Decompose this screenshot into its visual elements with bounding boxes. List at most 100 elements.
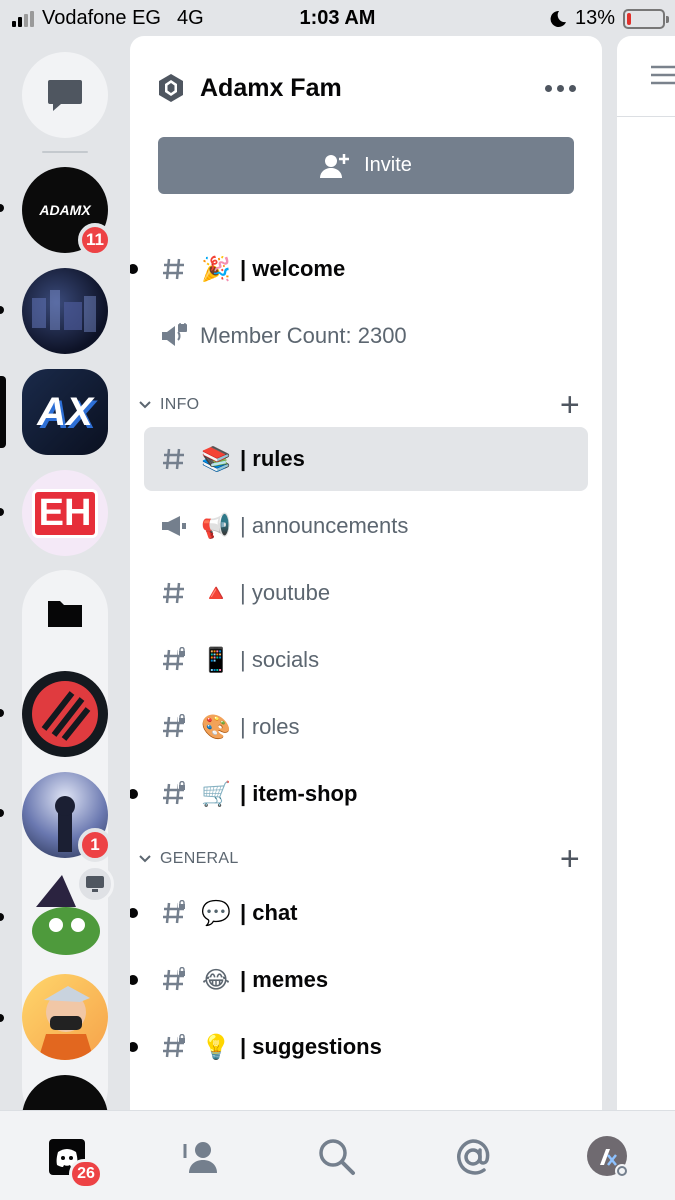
channel-item[interactable]: 🛒 | item-shop [130, 762, 588, 826]
server-rail: ADAMX 11 AX EH 1 [0, 36, 130, 1110]
channel-type [160, 445, 188, 473]
category-name: INFO [160, 396, 200, 413]
unread-indicator [0, 709, 4, 717]
server-settings-icon [159, 74, 183, 102]
server-icon-eh[interactable]: EH [22, 470, 108, 556]
locked-text-channel-icon [163, 781, 186, 805]
locked-text-channel-icon [163, 714, 186, 738]
channel-emoji: 🛒 [201, 780, 231, 808]
channel-name: | chat [240, 900, 298, 925]
server-name: Adamx Fam [200, 73, 342, 102]
chevron-down-icon [139, 855, 151, 863]
rail-separator [42, 151, 88, 153]
battery-percent: 13% [574, 7, 615, 29]
direct-messages-button[interactable] [22, 52, 108, 138]
channel-emoji: 📚 [201, 445, 231, 473]
channel-item[interactable]: 🎨 | roles [144, 695, 588, 759]
category-header[interactable]: INFO + [138, 388, 580, 422]
chat-bubble-icon [48, 80, 82, 111]
unread-dot [130, 1042, 138, 1052]
server-icon-masked[interactable] [22, 974, 108, 1060]
server-avatar: AX [22, 369, 108, 455]
unread-indicator [0, 508, 4, 516]
monitor-icon [86, 876, 104, 892]
category-header[interactable]: GENERAL + [138, 842, 580, 876]
channel-item[interactable]: 💬 | chat [130, 881, 588, 945]
announcement-icon [162, 516, 186, 536]
text-channel-icon [163, 258, 184, 280]
server-header[interactable]: Adamx Fam [156, 70, 576, 106]
unread-dot [130, 264, 138, 274]
unread-indicator [0, 809, 4, 817]
unread-dot [130, 789, 138, 799]
unread-indicator [0, 306, 4, 314]
folder-icon[interactable] [22, 570, 108, 656]
channel-type [160, 780, 188, 808]
channel-name: | welcome [240, 256, 346, 281]
add-channel-icon[interactable]: + [560, 388, 580, 422]
channel-name: | suggestions [240, 1034, 382, 1059]
server-icon-city[interactable] [22, 268, 108, 354]
status-bar: Vodafone EG 4G 1:03 AM 13% [0, 0, 675, 36]
search-tab[interactable] [315, 1135, 359, 1179]
locked-text-channel-icon [163, 647, 186, 671]
channel-item[interactable]: 💡 | suggestions [130, 1015, 588, 1079]
channel-item[interactable]: 🎉 | welcome [130, 237, 588, 301]
channel-name: | youtube [240, 580, 331, 605]
unread-dot [130, 975, 138, 985]
channel-type [160, 646, 188, 674]
channel-emoji: 🔺 [201, 579, 231, 607]
channel-type [160, 713, 188, 741]
channel-name: | roles [240, 714, 300, 739]
at-sign-icon [457, 1139, 490, 1175]
home-tab[interactable]: 26 [45, 1135, 103, 1189]
status-right: 13% [549, 7, 669, 30]
add-channel-icon[interactable]: + [560, 842, 580, 876]
chevron-down-icon [139, 401, 151, 409]
channel-item[interactable]: Member Count: 2300 [144, 304, 588, 368]
channel-item[interactable]: 📚 | rules [144, 427, 588, 491]
moon-icon [550, 10, 566, 27]
channel-emoji: 🎉 [201, 255, 231, 283]
channel-emoji: 💡 [201, 1033, 231, 1061]
more-options-icon[interactable] [545, 84, 576, 92]
unread-indicator [0, 1014, 4, 1022]
channel-type [160, 579, 188, 607]
city-image-icon [32, 290, 96, 332]
server-icon-pepe[interactable] [22, 865, 114, 959]
channel-type [160, 966, 188, 994]
invite-button[interactable]: Invite [158, 137, 574, 194]
profile-tab[interactable] [586, 1135, 630, 1179]
search-icon [319, 1139, 355, 1175]
bottom-tab-bar: 26 [0, 1110, 675, 1200]
mention-badge: 11 [78, 223, 112, 257]
server-icon-adamx[interactable]: ADAMX 11 [22, 167, 112, 257]
channel-name: | announcements [240, 513, 409, 538]
channel-item[interactable]: 😂 | memes [130, 948, 588, 1012]
friends-icon [183, 1142, 217, 1173]
channel-item[interactable]: 📱 | socials [144, 628, 588, 692]
menu-lines-icon[interactable] [651, 64, 675, 86]
screen-share-badge [76, 865, 114, 903]
mention-badge: 1 [78, 828, 112, 862]
friends-tab[interactable] [181, 1135, 225, 1179]
server-avatar-text: EH [31, 488, 99, 538]
channel-emoji: 📢 [201, 512, 231, 540]
members-panel-edge [617, 36, 675, 1110]
channel-name: | memes [240, 967, 329, 992]
server-icon-ax-fam[interactable]: AX [22, 369, 108, 455]
channel-name: | item-shop [240, 781, 358, 806]
channel-item[interactable]: 🔺 | youtube [144, 561, 588, 625]
server-avatar-text: ADAMX [39, 202, 91, 218]
unread-indicator [0, 913, 4, 921]
locked-text-channel-icon [163, 967, 186, 991]
mentions-tab[interactable] [451, 1135, 495, 1179]
server-icon-red-stripes[interactable] [22, 671, 108, 757]
channel-item[interactable]: 📢 | announcements [144, 494, 588, 558]
channel-name: | socials [240, 647, 320, 672]
server-icon-night[interactable]: 1 [22, 772, 112, 862]
server-avatar-text: AX [37, 389, 93, 434]
locked-text-channel-icon [163, 900, 186, 924]
channel-panel: Adamx Fam Invite 🎉 | welcome Member Count:… [130, 36, 602, 1110]
unread-indicator [0, 204, 4, 212]
